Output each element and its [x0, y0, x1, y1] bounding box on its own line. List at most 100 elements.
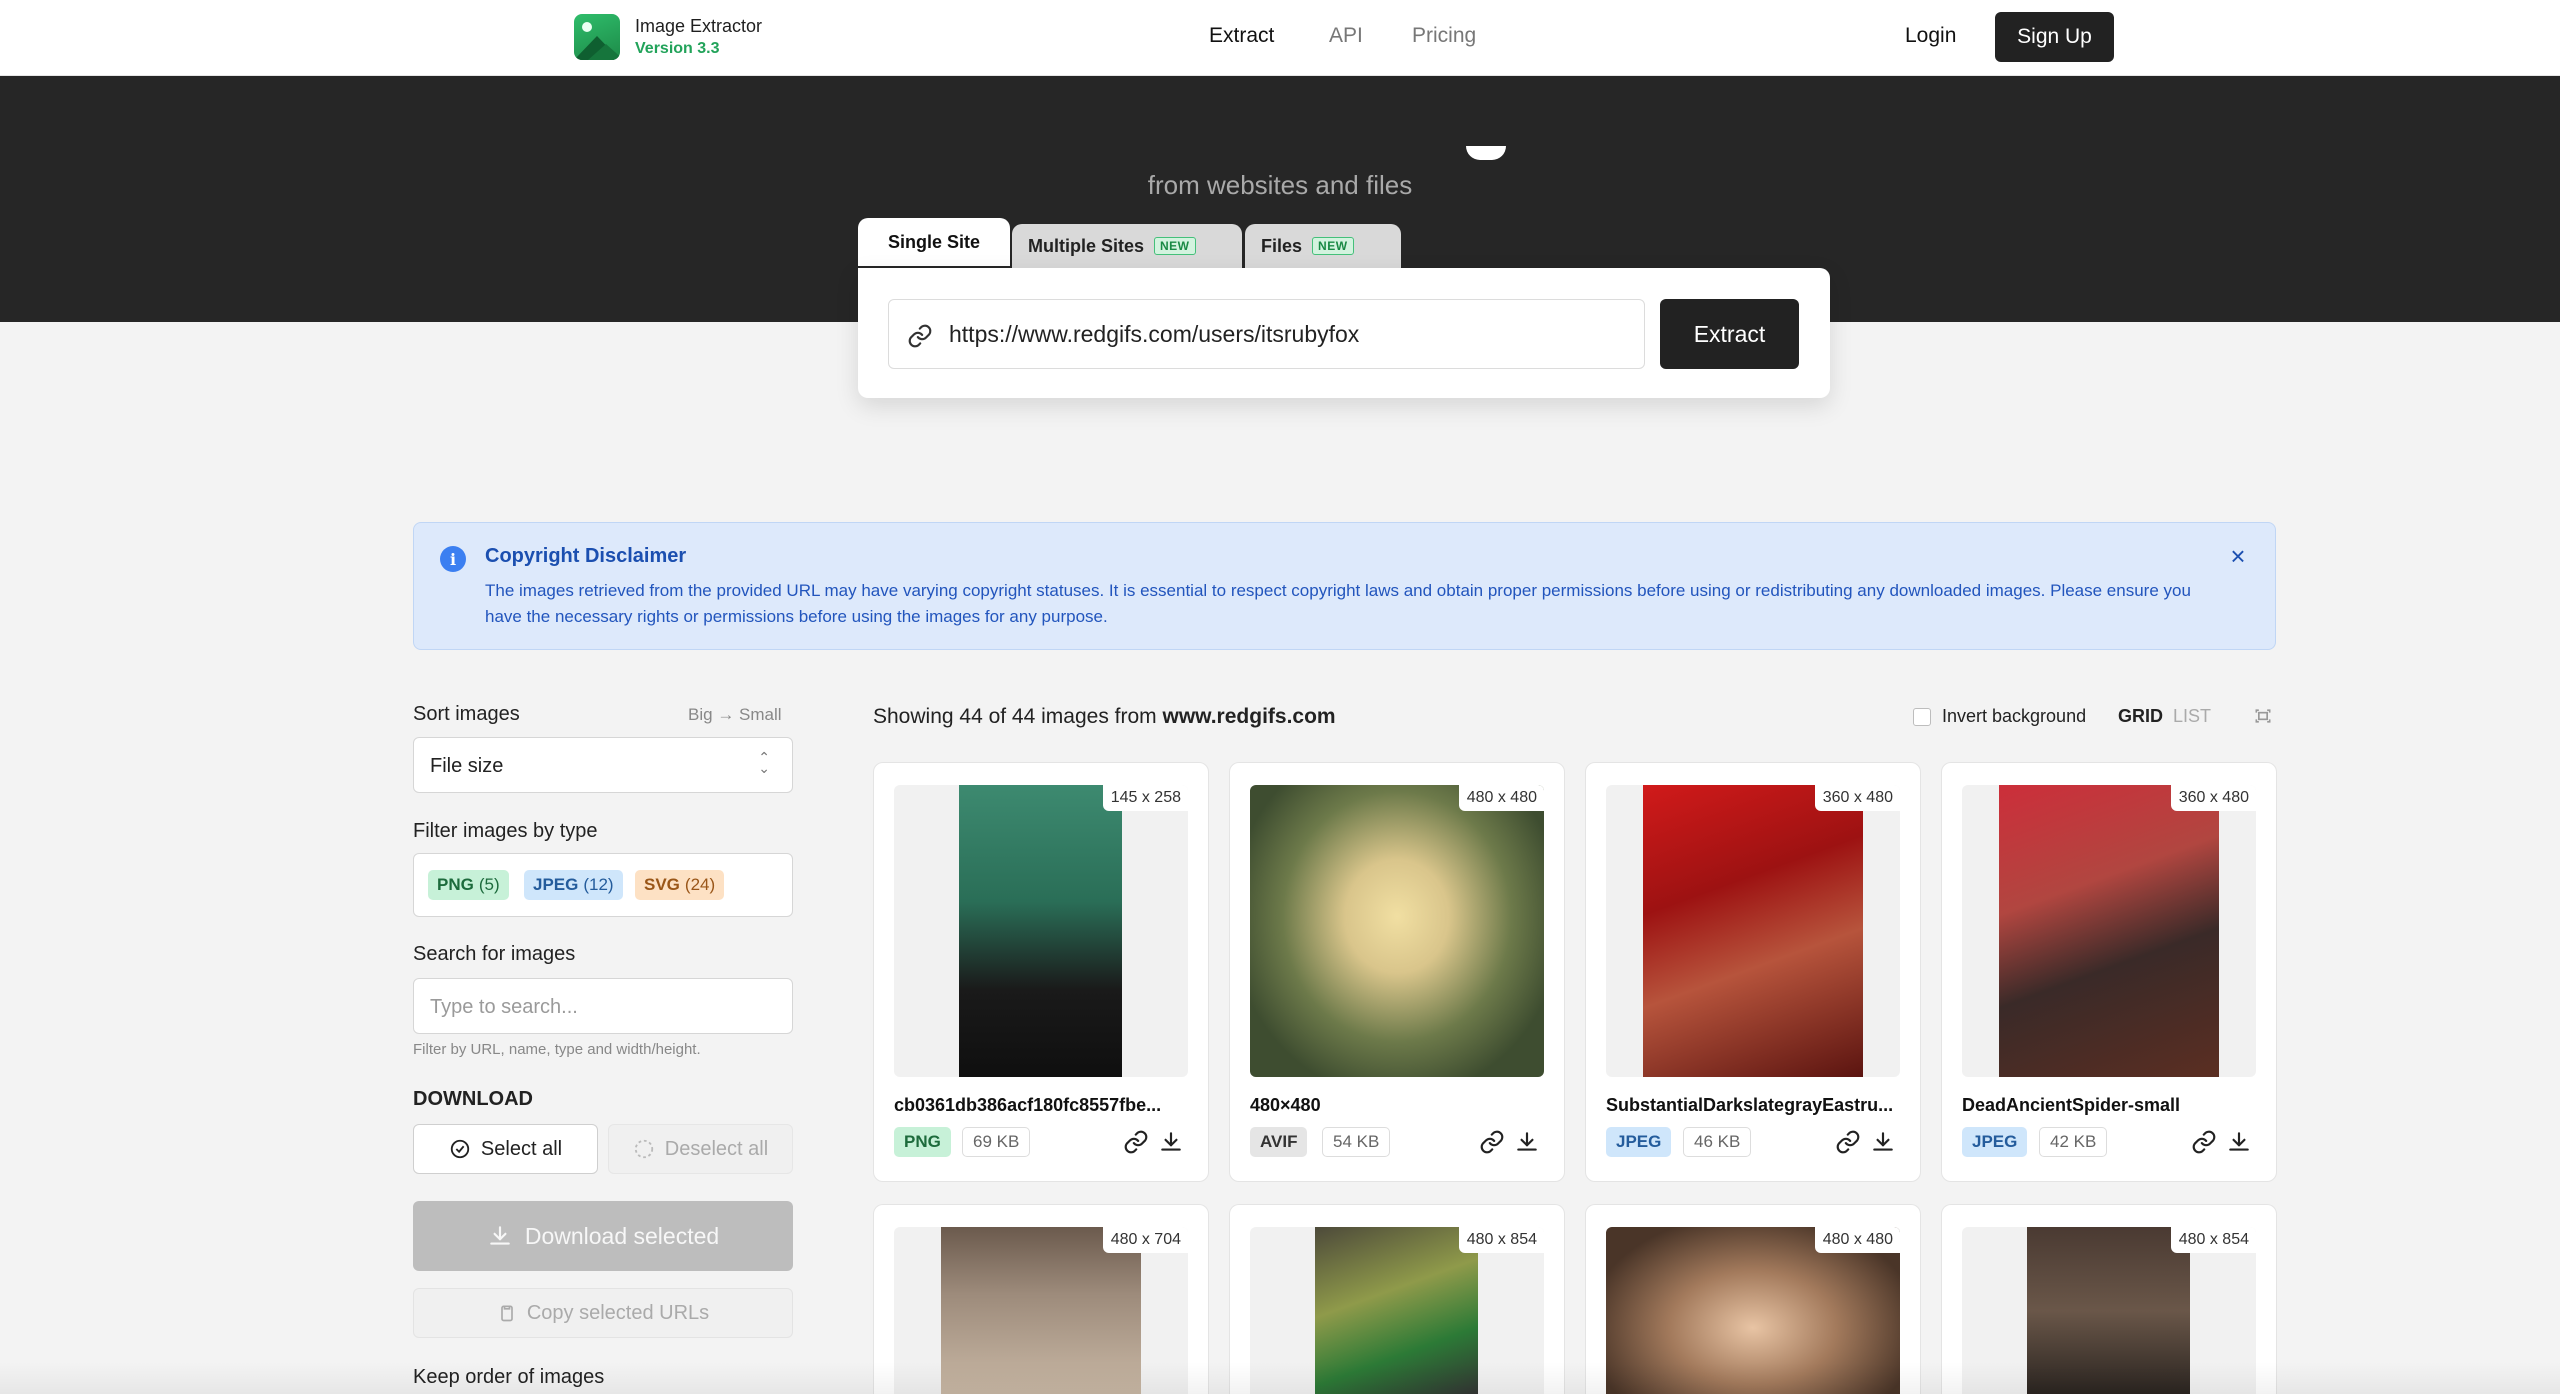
- view-grid-toggle[interactable]: GRID: [2118, 706, 2163, 727]
- copy-link-icon[interactable]: [2191, 1129, 2217, 1155]
- top-navbar: Image Extractor Version 3.3 Extract API …: [0, 0, 2560, 76]
- dashed-circle-icon: [634, 1139, 653, 1159]
- nav-api[interactable]: API: [1329, 24, 1363, 48]
- copy-link-icon[interactable]: [1479, 1129, 1505, 1155]
- tab-label: Files: [1261, 235, 1303, 256]
- chip-count: (12): [583, 875, 614, 894]
- image-card[interactable]: 480 x 704: [873, 1204, 1209, 1394]
- search-label: Search for images: [413, 943, 576, 965]
- image-dimensions: 480 x 704: [1102, 1227, 1188, 1253]
- copy-link-icon[interactable]: [1123, 1129, 1149, 1155]
- tab-single-site[interactable]: Single Site: [858, 218, 1010, 266]
- sort-from-label: Big: [688, 705, 713, 724]
- image-thumbnail[interactable]: 360 x 480: [1606, 785, 1900, 1077]
- deselect-all-button[interactable]: Deselect all: [608, 1124, 793, 1174]
- download-icon: [490, 1226, 510, 1245]
- image-preview: [959, 785, 1122, 1077]
- image-filename: cb0361db386acf180fc8557fbe...: [894, 1095, 1162, 1115]
- download-title: DOWNLOAD: [413, 1088, 533, 1110]
- image-type-badge: JPEG: [1962, 1127, 2028, 1157]
- chip-type: SVG: [644, 875, 680, 894]
- image-dimensions: 360 x 480: [2170, 785, 2256, 811]
- image-card[interactable]: 360 x 480 DeadAncientSpider-small JPEG 4…: [1941, 762, 2277, 1182]
- image-dimensions: 145 x 258: [1102, 785, 1188, 811]
- image-type-badge: PNG: [894, 1127, 951, 1157]
- download-icon[interactable]: [1514, 1129, 1540, 1155]
- disclaimer-title: Copyright Disclaimer: [485, 545, 687, 567]
- search-hint: Filter by URL, name, type and width/heig…: [413, 1041, 701, 1058]
- extract-button[interactable]: Extract: [1660, 299, 1799, 369]
- tab-multiple-sites[interactable]: Multiple Sites NEW: [1012, 224, 1242, 268]
- deselect-all-label: Deselect all: [664, 1137, 769, 1160]
- select-all-label: Select all: [480, 1137, 563, 1160]
- image-thumbnail[interactable]: 360 x 480: [1962, 785, 2256, 1077]
- tab-label: Single Site: [887, 231, 981, 252]
- invert-background-checkbox[interactable]: [1913, 708, 1931, 726]
- download-icon[interactable]: [2226, 1129, 2252, 1155]
- image-card[interactable]: 480 x 854: [1941, 1204, 2277, 1394]
- expand-icon[interactable]: [2253, 706, 2273, 726]
- clipboard-icon: [501, 1305, 513, 1322]
- filter-chip-jpeg[interactable]: JPEG (12): [524, 870, 623, 900]
- chip-type: JPEG: [533, 875, 579, 894]
- image-extractor-logo-icon[interactable]: [574, 14, 620, 60]
- image-type-badge: JPEG: [1606, 1127, 1672, 1157]
- download-selected-button[interactable]: Download selected: [413, 1201, 793, 1271]
- image-dimensions: 480 x 480: [1458, 785, 1544, 811]
- url-input[interactable]: [949, 314, 1629, 354]
- app-name[interactable]: Image Extractor: [635, 16, 762, 37]
- download-selected-label: Download selected: [524, 1222, 720, 1249]
- select-all-button[interactable]: Select all: [413, 1124, 598, 1174]
- image-type-badge: AVIF: [1250, 1127, 1308, 1157]
- filter-chip-png[interactable]: PNG (5): [428, 870, 509, 900]
- image-size: 46 KB: [1683, 1127, 1752, 1157]
- copy-link-icon[interactable]: [1835, 1129, 1861, 1155]
- image-thumbnail[interactable]: 480 x 480: [1606, 1227, 1900, 1394]
- image-thumbnail[interactable]: 145 x 258: [894, 785, 1188, 1077]
- copy-urls-button[interactable]: Copy selected URLs: [413, 1288, 793, 1338]
- nav-pricing[interactable]: Pricing: [1412, 24, 1476, 48]
- image-preview: [1643, 785, 1863, 1077]
- image-card[interactable]: 480 x 854: [1229, 1204, 1565, 1394]
- download-icon[interactable]: [1870, 1129, 1896, 1155]
- sort-select-value: File size: [430, 755, 504, 777]
- view-list-toggle[interactable]: LIST: [2173, 706, 2211, 727]
- sign-up-button[interactable]: Sign Up: [1995, 12, 2114, 62]
- disclaimer-text: The images retrieved from the provided U…: [485, 581, 2191, 626]
- filter-label: Filter images by type: [413, 820, 598, 842]
- image-size: 54 KB: [1322, 1127, 1391, 1157]
- image-card[interactable]: 480 x 480 480×480 AVIF 54 KB: [1229, 762, 1565, 1182]
- chip-count: (5): [478, 875, 500, 894]
- image-card[interactable]: 145 x 258 cb0361db386acf180fc8557fbe... …: [873, 762, 1209, 1182]
- image-size: 69 KB: [962, 1127, 1031, 1157]
- filter-chip-svg[interactable]: SVG (24): [635, 870, 725, 900]
- image-thumbnail[interactable]: 480 x 854: [1962, 1227, 2256, 1394]
- url-field[interactable]: [888, 299, 1645, 369]
- image-card[interactable]: 480 x 480: [1585, 1204, 1921, 1394]
- image-card[interactable]: 360 x 480 SubstantialDarkslategrayEastru…: [1585, 762, 1921, 1182]
- image-thumbnail[interactable]: 480 x 480: [1250, 785, 1544, 1077]
- nav-extract[interactable]: Extract: [1209, 24, 1274, 48]
- close-icon[interactable]: ×: [2225, 543, 2251, 569]
- image-dimensions: 360 x 480: [1814, 785, 1900, 811]
- image-thumbnail[interactable]: 480 x 854: [1250, 1227, 1544, 1394]
- image-thumbnail[interactable]: 480 x 704: [894, 1227, 1188, 1394]
- login-link[interactable]: Login: [1905, 24, 1956, 48]
- image-filename: SubstantialDarkslategrayEastru...: [1606, 1095, 1894, 1115]
- app-version: Version 3.3: [635, 40, 720, 57]
- sort-select[interactable]: File size ⌃ ⌄: [413, 737, 793, 793]
- keep-order-label: Keep order of images: [413, 1366, 605, 1388]
- invert-background-label[interactable]: Invert background: [1942, 706, 2086, 727]
- search-field[interactable]: [413, 978, 793, 1034]
- chip-type: PNG: [437, 875, 474, 894]
- image-dimensions: 480 x 480: [1814, 1227, 1900, 1253]
- sort-direction-toggle[interactable]: Big → Small: [688, 705, 782, 725]
- image-preview: [1315, 1227, 1478, 1394]
- sort-to-label: Small: [739, 705, 782, 724]
- link-icon: [908, 324, 932, 348]
- image-dimensions: 480 x 854: [1458, 1227, 1544, 1253]
- tab-files[interactable]: Files NEW: [1245, 224, 1401, 268]
- search-input[interactable]: [430, 993, 770, 1021]
- download-icon[interactable]: [1158, 1129, 1184, 1155]
- arrow-right-icon: →: [717, 705, 735, 724]
